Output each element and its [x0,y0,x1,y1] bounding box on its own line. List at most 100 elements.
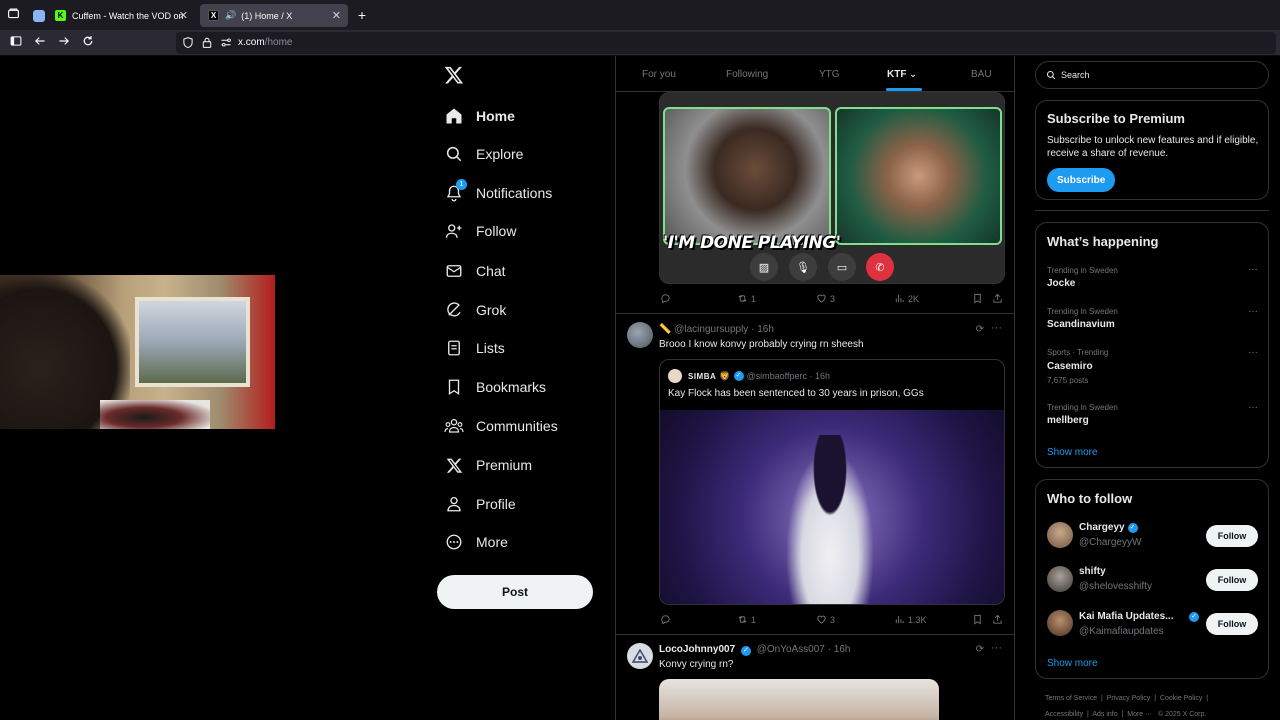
sidebar-item-profile[interactable]: Profile [444,491,516,517]
sidebar-item-bookmarks[interactable]: Bookmarks [444,374,546,400]
person-add-icon [444,221,464,241]
more-options-icon[interactable]: ··· [1248,306,1258,317]
tweet-time[interactable]: 16h [757,324,774,335]
show-more-link[interactable]: Show more [1047,447,1098,458]
follow-button[interactable]: Follow [1206,525,1258,547]
show-more-link[interactable]: Show more [1047,658,1098,669]
tab-bau[interactable]: BAU [971,69,992,80]
sidebar-item-label: More [476,534,508,550]
sidebar-item-grok[interactable]: Grok [444,297,506,323]
more-options-icon[interactable]: ··· [1248,264,1258,275]
tweet-author-name[interactable]: LocoJohnny007 [659,644,735,655]
sidebar-item-more[interactable]: More [444,529,508,555]
post-button[interactable]: Post [437,575,593,609]
close-tab-icon[interactable]: ✕ [332,9,341,22]
like-button[interactable]: 3 [816,293,835,304]
footer-link[interactable]: Terms of Service [1045,695,1097,702]
user-name[interactable]: Kai Mafia Updates... [1079,611,1173,622]
reply-button[interactable] [660,293,674,304]
lock-icon[interactable] [201,36,213,54]
who-to-follow-title: Who to follow [1047,491,1133,506]
retweet-button[interactable]: 1 [737,614,756,625]
sidebar-toggle-icon[interactable] [8,35,24,51]
browser-tab-kick[interactable]: K Cuffem - Watch the VOD on Kic ✕ [27,4,195,27]
happening-title: What’s happening [1047,234,1159,249]
views-button[interactable]: 1.3K [894,614,927,625]
quoted-tweet[interactable]: SIMBA 🦁 ✓ @simbaoffperc · 16h Kay Flock … [659,359,1005,605]
sidebar-item-label: Bookmarks [476,379,547,395]
share-icon[interactable] [992,614,1006,625]
sidebar-item-lists[interactable]: Lists [444,335,505,361]
browser-tab-x[interactable]: X 🔊 (1) Home / X ✕ [200,4,348,27]
avatar[interactable] [627,643,653,669]
avatar[interactable] [627,322,653,348]
grok-icon[interactable]: ⟳ [976,324,984,335]
url-text[interactable]: x.com/home [238,37,292,48]
more-options-icon[interactable]: ··· [1248,347,1258,358]
tab-following[interactable]: Following [726,69,768,80]
premium-text: Subscribe to unlock new features and if … [1047,135,1259,159]
reply-button[interactable] [660,614,674,625]
trend-name: Jocke [1047,278,1076,289]
sidebar-item-notifications[interactable]: 1 Notifications [444,179,552,206]
quote-handle: @simbaoffperc [746,371,808,381]
sidebar-item-chat[interactable]: Chat [444,258,506,284]
follow-button[interactable]: Follow [1206,569,1258,591]
subscribe-button[interactable]: Subscribe [1047,168,1116,192]
reload-icon[interactable] [80,35,96,51]
forward-icon[interactable] [56,35,72,51]
like-button[interactable]: 3 [816,614,835,625]
sidebar-item-label: Communities [476,418,558,434]
footer-link[interactable]: Accessibility [1045,711,1083,718]
tweet-time[interactable]: 16h [834,644,851,655]
tweet-video[interactable]: 'I'M DONE PLAYING' ▨ 🎙 ▭ ✆ [659,92,1005,284]
quote-video[interactable] [660,410,1004,604]
close-tab-icon[interactable]: ✕ [179,9,188,22]
footer-link[interactable]: Cookie Policy [1160,695,1202,702]
views-button[interactable]: 2K [894,293,919,304]
sidebar-item-label: Follow [476,223,517,239]
search-input[interactable]: Search [1035,61,1269,89]
share-icon[interactable] [992,293,1006,304]
sidebar-item-premium[interactable]: Premium [444,452,532,478]
tab-list-icon[interactable] [5,7,21,23]
sidebar-item-explore[interactable]: Explore [444,141,523,167]
sidebar-item-label: Home [476,108,515,124]
bookmark-icon[interactable] [972,614,986,625]
audio-icon[interactable]: 🔊 [225,10,236,21]
tab-ytg[interactable]: YTG [819,69,840,80]
bookmark-icon[interactable] [972,293,986,304]
retweet-button[interactable]: 1 [737,293,756,304]
sidebar-item-follow[interactable]: Follow [444,218,516,244]
footer-link[interactable]: Privacy Policy [1107,695,1151,702]
more-options-icon[interactable]: ··· [1248,402,1258,413]
back-icon[interactable] [32,35,48,51]
trend-meta: Trending in Sweden [1047,403,1118,412]
user-name[interactable]: shifty [1079,566,1106,577]
tweet-handle[interactable]: @OnYoAss007 [757,644,825,655]
tweet-image[interactable] [659,679,939,720]
tweet-handle[interactable]: @lacingursupply [674,324,748,335]
more-options-icon[interactable]: ··· [991,642,1002,654]
chevron-down-icon: ⌄ [909,69,917,79]
sidebar-item-communities[interactable]: Communities [444,413,558,439]
avatar[interactable] [1047,566,1073,592]
avatar[interactable] [1047,522,1073,548]
x-logo-icon[interactable] [444,65,464,85]
sidebar-item-home[interactable]: Home [444,103,515,129]
footer-link[interactable]: Ads info [1092,711,1117,718]
tab-for-you[interactable]: For you [642,69,676,80]
avatar[interactable] [1047,610,1073,636]
footer-link[interactable]: More ··· [1127,711,1152,718]
grok-icon[interactable]: ⟳ [976,644,984,655]
browser-nav-bar: x.com/home [0,30,1280,56]
shield-icon[interactable] [182,36,194,54]
more-options-icon[interactable]: ··· [991,322,1002,334]
permissions-icon[interactable] [220,36,232,54]
tab-ktf[interactable]: KTF ⌄ [887,69,917,80]
new-tab-icon[interactable]: + [354,7,370,23]
user-name[interactable]: Chargeyy ✓ [1079,522,1141,533]
kick-favicon-icon: K [55,10,66,21]
url-bar[interactable]: x.com/home [176,32,1276,54]
follow-button[interactable]: Follow [1206,613,1258,635]
